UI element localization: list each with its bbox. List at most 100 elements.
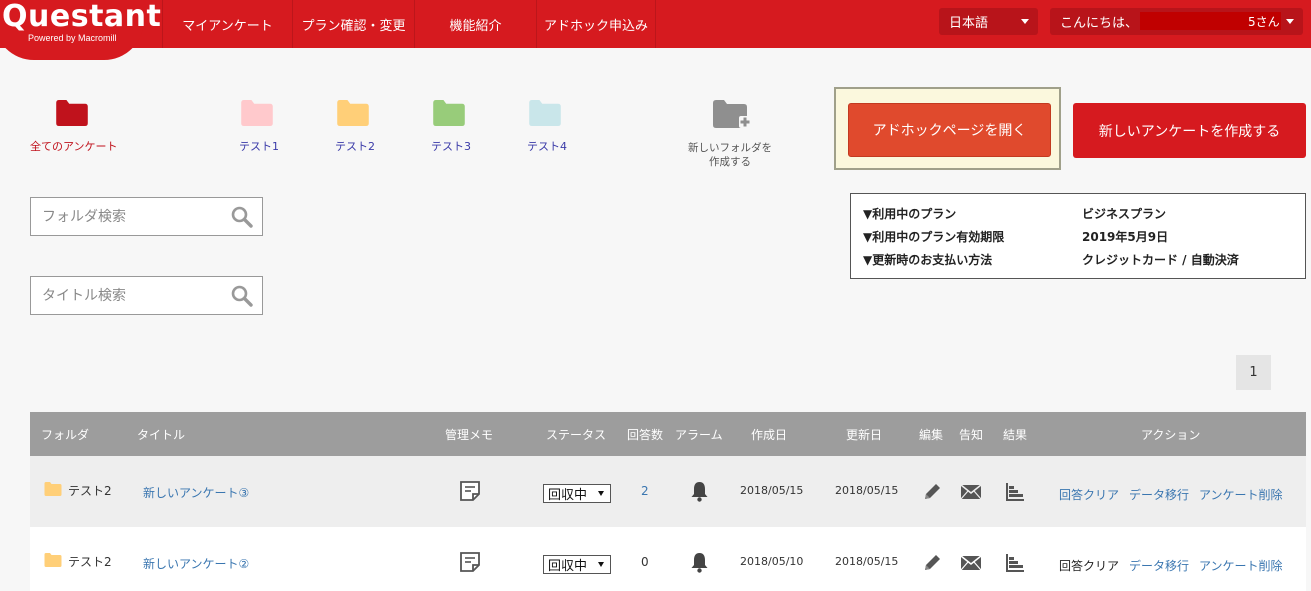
plan-value: 2019年5月9日 bbox=[1082, 230, 1169, 244]
table-row: テスト2 新しいアンケート③ 回収中 2 2018/05/15 2018/05/… bbox=[30, 456, 1306, 527]
response-count-link[interactable]: 2 bbox=[641, 484, 649, 498]
folder-icon bbox=[44, 553, 62, 567]
col-edit: 編集 bbox=[919, 427, 944, 442]
pencil-icon[interactable] bbox=[923, 553, 942, 572]
memo-icon[interactable] bbox=[459, 480, 481, 502]
plan-info-box: ▼利用中のプラン ビジネスプラン ▼利用中のプラン有効期限 2019年5月9日 … bbox=[850, 193, 1306, 279]
col-memo: 管理メモ bbox=[445, 427, 494, 442]
bar-chart-icon[interactable] bbox=[1005, 482, 1025, 502]
chevron-down-icon bbox=[598, 491, 604, 496]
pencil-icon[interactable] bbox=[923, 482, 942, 501]
col-folder: フォルダ bbox=[41, 427, 90, 442]
delete-survey-link[interactable]: アンケート削除 bbox=[1199, 557, 1283, 574]
row-folder: テスト2 bbox=[68, 555, 112, 569]
folder-icon bbox=[56, 100, 88, 126]
new-folder-label-2: 作成する bbox=[709, 156, 751, 168]
folder-label: テスト3 bbox=[431, 140, 471, 153]
plan-value: クレジットカード / 自動決済 bbox=[1082, 253, 1239, 267]
updated-date: 2018/05/15 bbox=[835, 555, 899, 568]
logo-subtitle: Powered by Macromill bbox=[28, 33, 117, 43]
status-value: 回収中 bbox=[548, 559, 588, 574]
plan-value: ビジネスプラン bbox=[1082, 207, 1167, 221]
adhoc-highlight-frame: アドホックページを開く bbox=[834, 87, 1061, 170]
nav-my-surveys[interactable]: マイアンケート bbox=[162, 0, 292, 48]
created-date: 2018/05/15 bbox=[740, 484, 804, 497]
nav-plan[interactable]: プラン確認・変更 bbox=[292, 0, 414, 48]
top-header: Questant Powered by Macromill マイアンケート プラ… bbox=[0, 0, 1311, 60]
data-migrate-link[interactable]: データ移行 bbox=[1129, 486, 1189, 503]
open-adhoc-button[interactable]: アドホックページを開く bbox=[848, 103, 1051, 157]
folder-icon bbox=[44, 482, 62, 496]
col-action: アクション bbox=[1141, 427, 1201, 442]
delete-survey-link[interactable]: アンケート削除 bbox=[1199, 486, 1283, 503]
col-status: ステータス bbox=[546, 427, 607, 442]
col-responses: 回答数 bbox=[627, 427, 664, 442]
folder-label: 全てのアンケート bbox=[30, 140, 118, 153]
col-result: 結果 bbox=[1003, 427, 1028, 442]
logo-text: Questant bbox=[2, 0, 162, 34]
col-created: 作成日 bbox=[751, 427, 788, 442]
search-icon[interactable] bbox=[231, 206, 253, 228]
chevron-down-icon bbox=[1021, 19, 1029, 24]
bell-icon[interactable] bbox=[690, 552, 709, 573]
folder-label: テスト1 bbox=[239, 140, 279, 153]
logo[interactable]: Questant Powered by Macromill bbox=[0, 0, 162, 60]
status-select[interactable]: 回収中 bbox=[543, 484, 611, 503]
greeting-suffix: 5さん bbox=[1248, 15, 1280, 29]
new-folder-button[interactable]: 新しいフォルダを 作成する bbox=[680, 100, 780, 170]
folder-search bbox=[30, 197, 263, 236]
status-select[interactable]: 回収中 bbox=[543, 555, 611, 574]
row-title-link[interactable]: 新しいアンケート③ bbox=[143, 484, 249, 501]
language-select[interactable]: 日本語 bbox=[939, 8, 1038, 35]
chevron-down-icon bbox=[1286, 19, 1294, 24]
table-row: テスト2 新しいアンケート② 回収中 0 2018/05/10 2018/05/… bbox=[30, 527, 1306, 591]
folder-icon bbox=[433, 100, 465, 126]
nav-adhoc[interactable]: アドホック申込み bbox=[536, 0, 656, 48]
folder-icon bbox=[337, 100, 369, 126]
row-title-link[interactable]: 新しいアンケート② bbox=[143, 555, 249, 572]
folder-icon bbox=[529, 100, 561, 126]
col-notify: 告知 bbox=[959, 427, 984, 442]
data-migrate-link[interactable]: データ移行 bbox=[1129, 557, 1189, 574]
status-value: 回収中 bbox=[548, 488, 588, 503]
folder-plus-icon bbox=[713, 100, 751, 128]
envelope-icon[interactable] bbox=[960, 484, 982, 500]
updated-date: 2018/05/15 bbox=[835, 484, 899, 497]
plan-row: ▼利用中のプラン有効期限 2019年5月9日 bbox=[861, 225, 1295, 248]
create-survey-button[interactable]: 新しいアンケートを作成する bbox=[1073, 103, 1306, 158]
folder-icon bbox=[241, 100, 273, 126]
folder-label: テスト2 bbox=[335, 140, 375, 153]
created-date: 2018/05/10 bbox=[740, 555, 804, 568]
envelope-icon[interactable] bbox=[960, 555, 982, 571]
new-folder-label-1: 新しいフォルダを bbox=[688, 142, 772, 154]
folder-search-input[interactable] bbox=[31, 198, 221, 235]
search-icon[interactable] bbox=[231, 285, 253, 307]
bell-icon[interactable] bbox=[690, 481, 709, 502]
plan-key: ▼利用中のプラン有効期限 bbox=[863, 230, 1005, 244]
clear-responses-text: 回答クリア bbox=[1059, 559, 1120, 573]
clear-responses-link[interactable]: 回答クリア bbox=[1059, 486, 1119, 503]
greeting-text: こんにちは、 bbox=[1060, 16, 1139, 31]
plan-key: ▼更新時のお支払い方法 bbox=[863, 253, 993, 267]
survey-table-header: フォルダ タイトル 管理メモ ステータス 回答数 アラーム 作成日 更新日 編集… bbox=[30, 412, 1306, 456]
language-label: 日本語 bbox=[949, 16, 989, 31]
folder-label: テスト4 bbox=[527, 140, 567, 153]
title-search bbox=[30, 276, 263, 315]
plan-row: ▼更新時のお支払い方法 クレジットカード / 自動決済 bbox=[861, 248, 1295, 271]
col-updated: 更新日 bbox=[846, 427, 883, 442]
folder-all[interactable]: 全てのアンケート bbox=[30, 100, 120, 160]
folder-test2[interactable]: テスト2 bbox=[326, 100, 386, 160]
memo-icon[interactable] bbox=[459, 551, 481, 573]
title-search-input[interactable] bbox=[31, 277, 221, 314]
nav-features[interactable]: 機能紹介 bbox=[414, 0, 536, 48]
page-number[interactable]: 1 bbox=[1236, 355, 1271, 390]
folder-test4[interactable]: テスト4 bbox=[518, 100, 578, 160]
row-folder: テスト2 bbox=[68, 484, 112, 498]
folder-test3[interactable]: テスト3 bbox=[422, 100, 482, 160]
user-menu[interactable]: こんにちは、 5さん bbox=[1050, 8, 1303, 35]
folder-test1[interactable]: テスト1 bbox=[230, 100, 290, 160]
chevron-down-icon bbox=[598, 562, 604, 567]
col-title: タイトル bbox=[137, 427, 186, 442]
bar-chart-icon[interactable] bbox=[1005, 553, 1025, 573]
col-alarm: アラーム bbox=[675, 427, 723, 442]
